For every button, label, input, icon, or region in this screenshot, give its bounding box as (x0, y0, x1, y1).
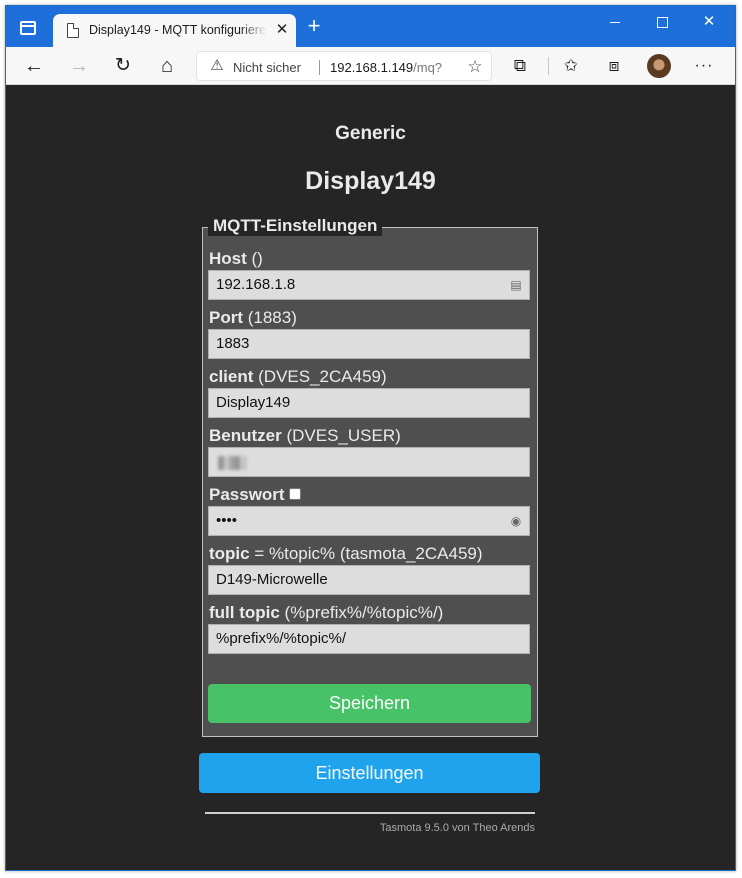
navigation-bar: ← → ↻ ⌂ ⚠ Nicht sicher 192.168.1.149/mq?… (6, 47, 735, 85)
address-bar[interactable]: ⚠ Nicht sicher 192.168.1.149/mq? ☆ (196, 51, 492, 81)
tab-strip: Display149 - MQTT konfigurieren ✕ + ✕ (6, 6, 735, 47)
client-input[interactable]: Display149 (208, 388, 530, 418)
client-label: client (DVES_2CA459) (209, 367, 387, 386)
page-icon (67, 23, 79, 38)
full-topic-input[interactable]: %prefix%/%topic%/ (208, 624, 530, 654)
address-separator (319, 60, 320, 75)
mqtt-settings-fieldset: MQTT-Einstellungen Host () 192.168.1.8 ▤… (202, 216, 538, 737)
add-favorite-icon[interactable]: ☆ (465, 57, 485, 77)
user-input[interactable] (208, 447, 530, 477)
tab-title: Display149 - MQTT konfigurieren (89, 23, 267, 37)
tab-close-button[interactable]: ✕ (275, 22, 289, 38)
security-status[interactable]: Nicht sicher (233, 60, 301, 75)
url-text[interactable]: 192.168.1.149/mq? (330, 60, 442, 75)
port-label: Port (1883) (209, 308, 297, 327)
home-icon[interactable]: ⌂ (154, 54, 180, 78)
password-value: •••• (216, 512, 238, 529)
browser-tab[interactable]: Display149 - MQTT konfigurieren ✕ (53, 14, 296, 47)
password-input[interactable]: •••• ◉ (208, 506, 530, 536)
url-host: 192.168.1.149 (330, 60, 414, 75)
maximize-button[interactable] (647, 12, 677, 32)
password-label: Passwort (209, 485, 301, 505)
fieldset-legend: MQTT-Einstellungen (208, 216, 383, 236)
full-topic-value: %prefix%/%topic%/ (216, 630, 347, 647)
back-icon[interactable]: ← (21, 54, 47, 78)
extensions-icon[interactable]: ⧉ (508, 55, 532, 77)
reload-icon[interactable]: ↻ (110, 54, 136, 78)
minimize-button[interactable] (600, 12, 630, 32)
show-password-checkbox[interactable] (288, 488, 301, 501)
reveal-password-icon[interactable]: ◉ (510, 513, 522, 529)
port-input[interactable]: 1883 (208, 329, 530, 359)
client-value: Display149 (216, 394, 291, 411)
module-name: Generic (335, 123, 406, 144)
forward-icon[interactable]: → (66, 54, 92, 78)
topic-value: D149-Microwelle (216, 571, 328, 588)
close-window-button[interactable]: ✕ (694, 12, 724, 32)
topic-input[interactable]: D149-Microwelle (208, 565, 530, 595)
avatar[interactable] (647, 54, 671, 78)
port-value: 1883 (216, 335, 250, 352)
full-topic-label: full topic (%prefix%/%topic%/) (209, 603, 444, 622)
collections-icon[interactable]: ⧈ (602, 55, 626, 77)
new-tab-button[interactable]: + (304, 15, 324, 37)
host-label: Host () (209, 249, 263, 268)
device-name: Display149 (305, 167, 436, 195)
host-value: 192.168.1.8 (216, 276, 296, 293)
user-value-redacted (218, 456, 246, 470)
tab-actions-icon[interactable] (20, 21, 36, 35)
topic-label: topic = %topic% (tasmota_2CA459) (209, 544, 483, 563)
footer-divider (205, 812, 535, 814)
user-label: Benutzer (DVES_USER) (209, 426, 401, 445)
toolbar-separator (548, 57, 549, 75)
warning-icon[interactable]: ⚠ (209, 58, 225, 74)
save-button[interactable]: Speichern (208, 684, 531, 723)
favorites-icon[interactable]: ✩ (559, 55, 583, 77)
url-path: /mq? (413, 60, 443, 75)
footer-text: Tasmota 9.5.0 von Theo Arends (379, 822, 535, 834)
more-icon[interactable]: ··· (692, 55, 716, 77)
page-content: Generic Display149 MQTT-Einstellungen Ho… (6, 86, 735, 870)
settings-button[interactable]: Einstellungen (199, 753, 540, 793)
browser-window: Display149 - MQTT konfigurieren ✕ + ✕ ← … (5, 5, 736, 871)
autofill-icon[interactable]: ▤ (510, 277, 522, 293)
host-input[interactable]: 192.168.1.8 ▤ (208, 270, 530, 300)
